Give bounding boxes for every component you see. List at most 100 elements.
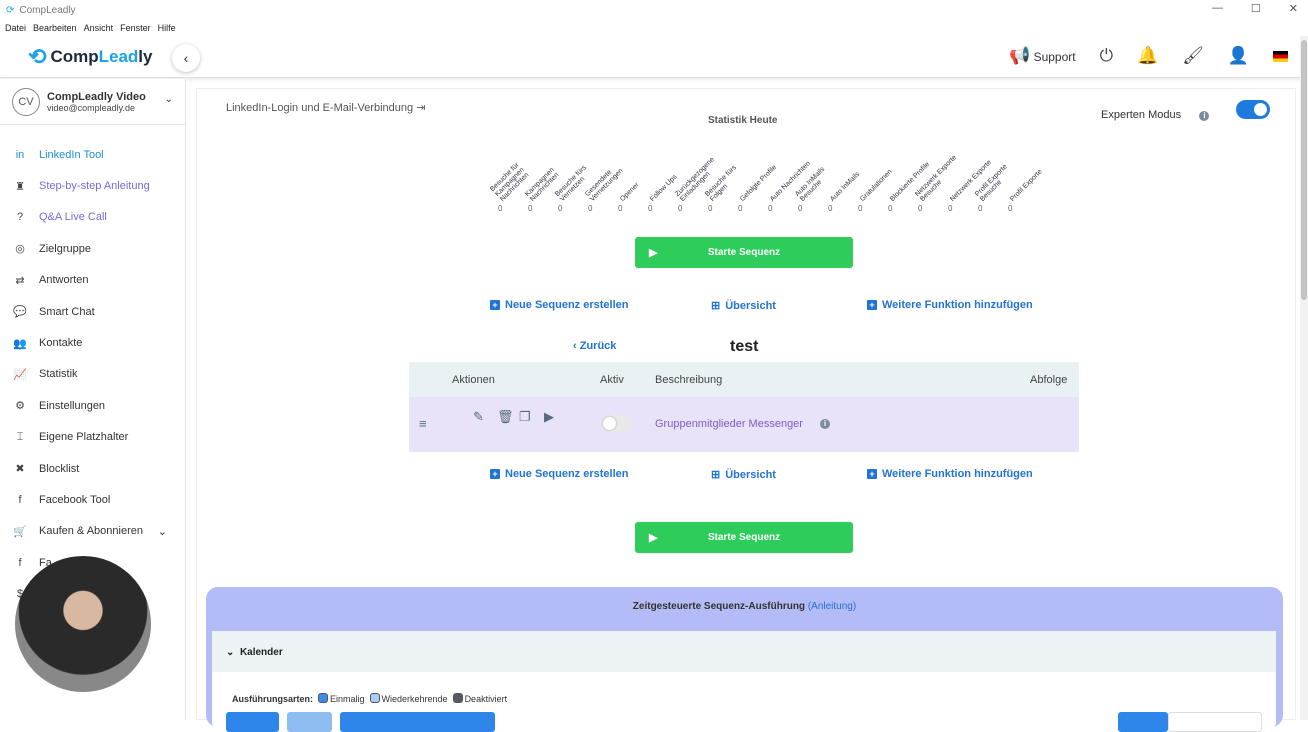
sidebar-item-smart-chat[interactable]: 💬 Smart Chat <box>0 296 185 327</box>
stat-label: Kampagnen Nachrichten <box>524 166 561 203</box>
calendar-section: ⌄ Kalender Ausführungsarten: Einmalig Wi… <box>212 631 1276 732</box>
play-icon: ▶ <box>649 532 658 544</box>
stat-label: Profil Exporte <box>1009 168 1044 203</box>
window-titlebar: ⟳ CompLeadly — ☐ ✕ <box>0 0 1308 20</box>
stat-item: Follow Ups 0 <box>648 140 680 215</box>
minimize-button[interactable]: — <box>1212 2 1223 15</box>
chevron-down-icon: ⌄ <box>157 525 167 538</box>
stat-label: Opener <box>619 181 641 203</box>
calendar-view-week-button[interactable] <box>1168 712 1262 732</box>
scrollbar[interactable] <box>1300 36 1308 720</box>
power-icon[interactable]: ⏻ <box>1100 46 1113 66</box>
stat-item: Gratulationen 0 <box>858 140 894 215</box>
overview-button[interactable]: ⊞ Übersicht <box>711 299 776 313</box>
stat-item: Zurückgezogene Einladungen 0 <box>674 140 716 215</box>
nav-icon: ✖ <box>15 463 25 476</box>
trash-icon[interactable]: 🗑 <box>497 409 514 425</box>
sequence-name: test <box>730 338 759 355</box>
stat-value: 0 <box>498 204 503 213</box>
stat-value: 0 <box>978 204 983 213</box>
calendar-today-button[interactable] <box>340 712 495 732</box>
nav-icon: f <box>18 556 22 569</box>
sidebar-item-step-by-step-anleitung[interactable]: ♜ Step-by-step Anleitung <box>0 170 185 201</box>
stat-item: Netzwerk Exporte Besuche 0 <box>914 140 958 215</box>
new-sequence-button[interactable]: + Neue Sequenz erstellen <box>490 468 629 480</box>
table-header: Aktionen Aktiv Beschreibung Abfolge <box>409 362 1079 397</box>
stat-item: Besuche für Kampagnen Nachrichten 0 <box>489 140 530 215</box>
play-icon[interactable]: ▶ <box>544 409 554 425</box>
active-toggle[interactable] <box>601 415 633 432</box>
guide-link[interactable]: (Anleitung) <box>808 601 856 612</box>
sidebar-item-zielgruppe[interactable]: ◎ Zielgruppe <box>0 233 185 264</box>
user-icon[interactable]: 👤 <box>1228 46 1249 66</box>
sidebar-item-kontakte[interactable]: 👥 Kontakte <box>0 327 185 358</box>
stat-value: 0 <box>528 204 533 213</box>
user-menu[interactable]: CV CompLeadly Video video@compleadly.de ⌄ <box>0 79 185 125</box>
menu-datei[interactable]: Datei <box>5 23 26 33</box>
nav-icon: 💬 <box>13 306 27 319</box>
plus-icon: + <box>867 469 877 479</box>
window-title: CompLeadly <box>19 4 76 16</box>
sidebar-item-blocklist[interactable]: ✖ Blocklist <box>0 453 185 484</box>
menu-hilfe[interactable]: Hilfe <box>158 23 176 33</box>
start-sequence-button[interactable]: ▶ Starte Sequenz <box>635 237 853 268</box>
maximize-button[interactable]: ☐ <box>1251 2 1261 15</box>
expert-mode-toggle[interactable] <box>1236 100 1270 119</box>
new-sequence-button[interactable]: + Neue Sequenz erstellen <box>490 299 629 311</box>
collapse-sidebar-button[interactable]: ‹ <box>172 44 200 72</box>
linkedin-login-link[interactable]: LinkedIn-Login und E-Mail-Verbindung ⇥ <box>226 101 425 114</box>
info-icon[interactable]: i <box>820 419 830 429</box>
close-button[interactable]: ✕ <box>1289 2 1298 15</box>
nav-icon: in <box>15 148 25 161</box>
calendar-toggle[interactable]: ⌄ Kalender <box>212 631 1276 672</box>
stat-label: Besuche fürs Vernetzen <box>554 164 588 203</box>
calendar-prev-button[interactable] <box>226 712 279 732</box>
step-description: Gruppenmitglieder Messenger <box>655 418 803 430</box>
copy-icon[interactable]: ❐ <box>519 409 531 425</box>
avatar: CV <box>12 87 40 116</box>
stat-value: 0 <box>708 204 713 213</box>
menu-fenster[interactable]: Fenster <box>120 23 151 33</box>
scheduled-execution-panel: Zeitgesteuerte Sequenz-Ausführung (Anlei… <box>206 587 1283 732</box>
sidebar-item-eigene-platzhalter[interactable]: ⌶ Eigene Platzhalter <box>0 422 185 453</box>
stat-label: Follow Ups <box>649 173 679 203</box>
sidebar-item-statistik[interactable]: 📈 Statistik <box>0 359 185 390</box>
start-sequence-button[interactable]: ▶ Starte Sequenz <box>635 522 853 553</box>
german-flag-icon[interactable] <box>1273 50 1288 62</box>
stat-item: Profil Exporte 0 <box>1008 140 1044 215</box>
sidebar-item-antworten[interactable]: ⇄ Antworten <box>0 265 185 296</box>
info-icon[interactable]: i <box>1199 111 1210 121</box>
menu-bearbeiten[interactable]: Bearbeiten <box>33 23 77 33</box>
drag-handle-icon[interactable]: ≡ <box>419 416 427 431</box>
calendar-view-month-button[interactable] <box>1118 712 1168 732</box>
stat-label: Auto InMails <box>829 170 862 203</box>
sidebar-item-q-a-live-call[interactable]: ? Q&A Live Call <box>0 202 185 233</box>
sidebar-item-kaufen-abonnieren[interactable]: 🛒 Kaufen & Abonnieren ⌄ <box>0 516 185 547</box>
back-button[interactable]: ‹ Zurück <box>573 340 616 352</box>
webcam-overlay <box>15 556 151 692</box>
overview-button[interactable]: ⊞ Übersicht <box>711 468 776 482</box>
stat-item: Besuche fürs Vernetzen 0 <box>554 140 590 215</box>
add-function-button[interactable]: + Weitere Funktion hinzufügen <box>867 299 1033 311</box>
stat-item: Kampagnen Nachrichten 0 <box>524 140 560 215</box>
stat-value: 0 <box>798 204 803 213</box>
paint-roller-icon[interactable]: 🖌 <box>1182 46 1204 66</box>
bell-icon[interactable]: 🔔 <box>1137 46 1158 66</box>
calendar-next-button[interactable] <box>287 712 332 732</box>
menu-ansicht[interactable]: Ansicht <box>84 23 114 33</box>
sidebar-item-facebook-tool[interactable]: f Facebook Tool <box>0 484 185 515</box>
app-icon: ⟳ <box>6 4 15 16</box>
stat-item: Blockierte Profile 0 <box>888 140 931 215</box>
nav-icon: 🛒 <box>13 525 27 538</box>
table-icon: ⊞ <box>711 469 721 481</box>
edit-icon[interactable]: ✎ <box>473 409 484 425</box>
sidebar-item-einstellungen[interactable]: ⚙ Einstellungen <box>0 390 185 421</box>
stat-item: Netzwerk Exporte 0 <box>948 140 993 215</box>
stat-item: Auto InMails 0 <box>828 140 862 215</box>
support-button[interactable]: 📢 Support <box>1009 46 1076 66</box>
nav-icon: f <box>18 493 22 506</box>
sidebar-item-linkedin-tool[interactable]: in LinkedIn Tool <box>0 139 185 170</box>
login-icon: ⇥ <box>416 102 426 114</box>
stat-value: 0 <box>888 204 893 213</box>
add-function-button[interactable]: + Weitere Funktion hinzufügen <box>867 468 1033 480</box>
